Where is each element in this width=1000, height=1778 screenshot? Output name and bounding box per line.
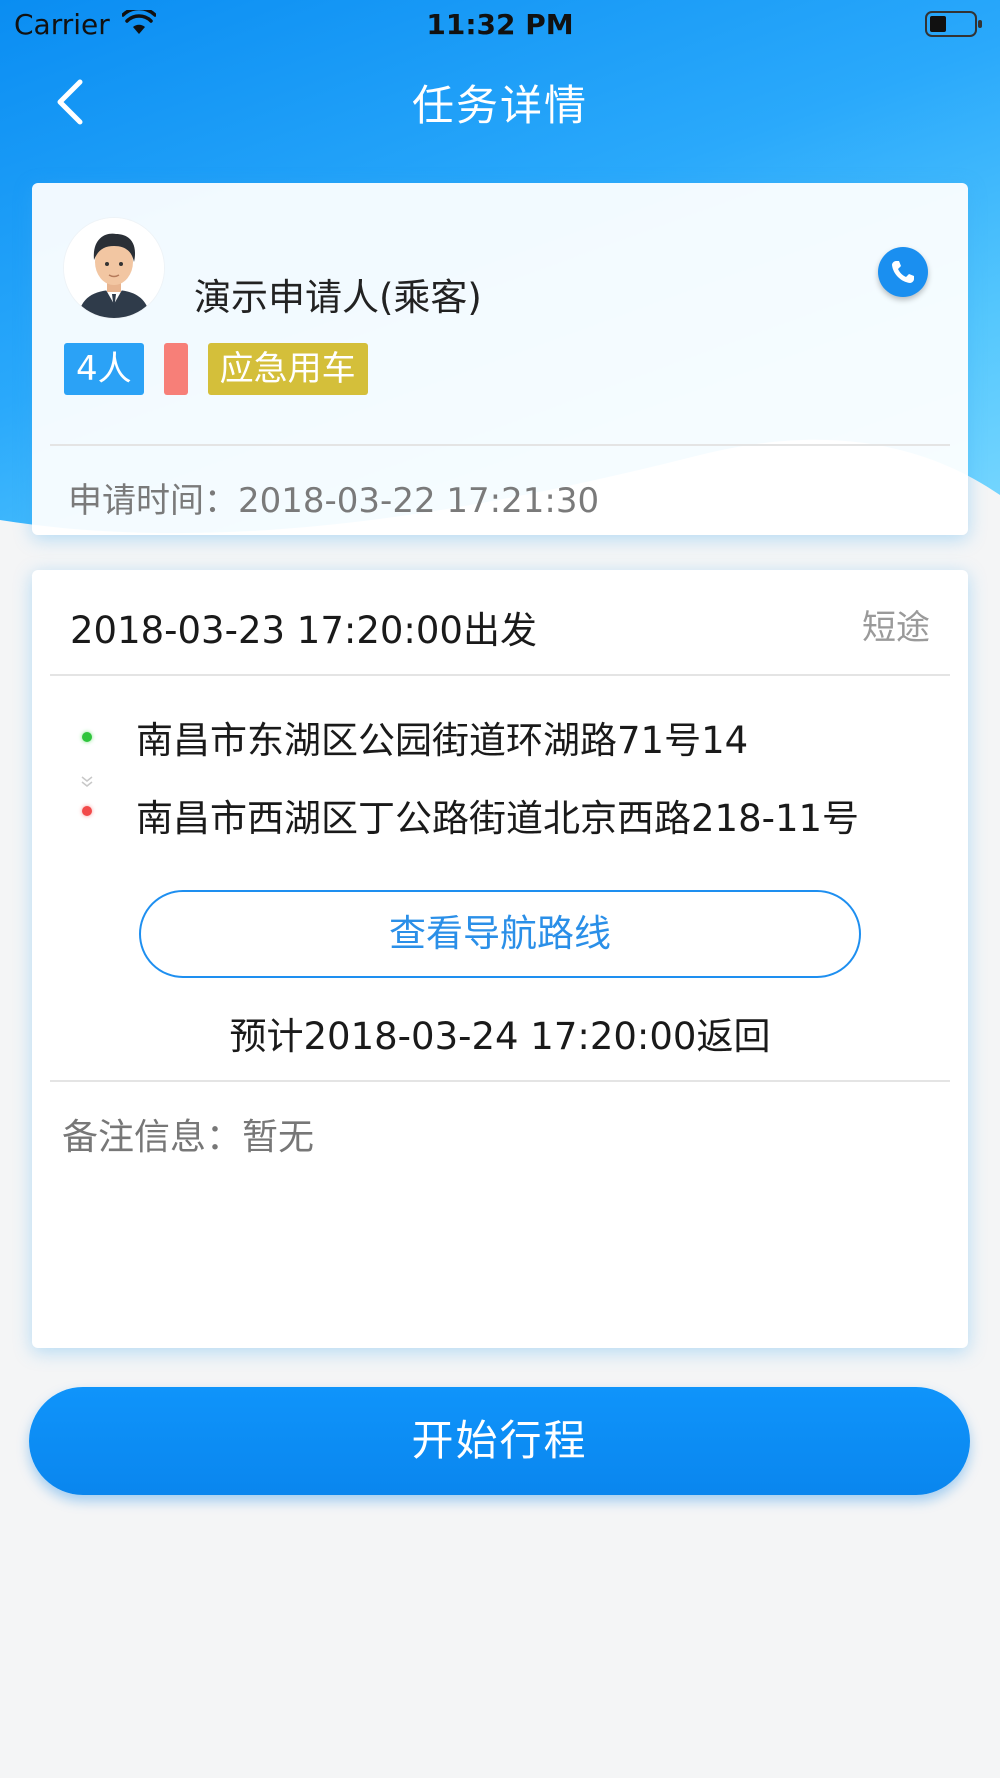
- view-route-button[interactable]: 查看导航路线: [139, 890, 861, 978]
- avatar: [64, 218, 164, 318]
- status-bar: Carrier 11:32 PM: [0, 0, 1000, 50]
- divider: [50, 674, 950, 676]
- trip-card: 2018-03-23 17:20:00出发 短途 南昌市东湖区公园街道环湖路71…: [32, 570, 968, 1348]
- passenger-count-tag: 4人: [64, 343, 144, 395]
- departure-time: 2018-03-23 17:20:00出发: [70, 609, 537, 652]
- start-address: 南昌市东湖区公园街道环湖路71号14: [136, 719, 749, 762]
- start-point-icon: [82, 732, 92, 742]
- status-tag: [163, 343, 188, 395]
- usage-type-tag: 应急用车: [207, 343, 368, 395]
- divider: [50, 1080, 950, 1082]
- status-time: 11:32 PM: [426, 8, 574, 41]
- phone-icon[interactable]: [878, 247, 928, 297]
- applicant-name: 演示申请人(乘客): [194, 276, 482, 319]
- apply-time: 申请时间：2018-03-22 17:21:30: [68, 481, 600, 521]
- end-point-icon: [82, 806, 92, 816]
- end-address: 南昌市西湖区丁公路街道北京西路218-11号: [136, 797, 860, 840]
- chevron-down-icon: [81, 776, 93, 787]
- person-avatar-icon: [64, 218, 164, 318]
- battery-icon: [925, 11, 982, 37]
- divider: [50, 444, 950, 446]
- return-time: 预计2018-03-24 17:20:00返回: [229, 1015, 771, 1058]
- trip-type: 短途: [862, 608, 930, 648]
- page-title: 任务详情: [411, 81, 588, 130]
- start-trip-button[interactable]: 开始行程: [29, 1387, 970, 1495]
- tag-list: 4人 应急用车: [64, 343, 388, 395]
- applicant-card: 演示申请人(乘客) 4人 应急用车 申请时间：2018-03-22 17:21:…: [32, 183, 968, 535]
- remark: 备注信息：暂无: [62, 1117, 315, 1158]
